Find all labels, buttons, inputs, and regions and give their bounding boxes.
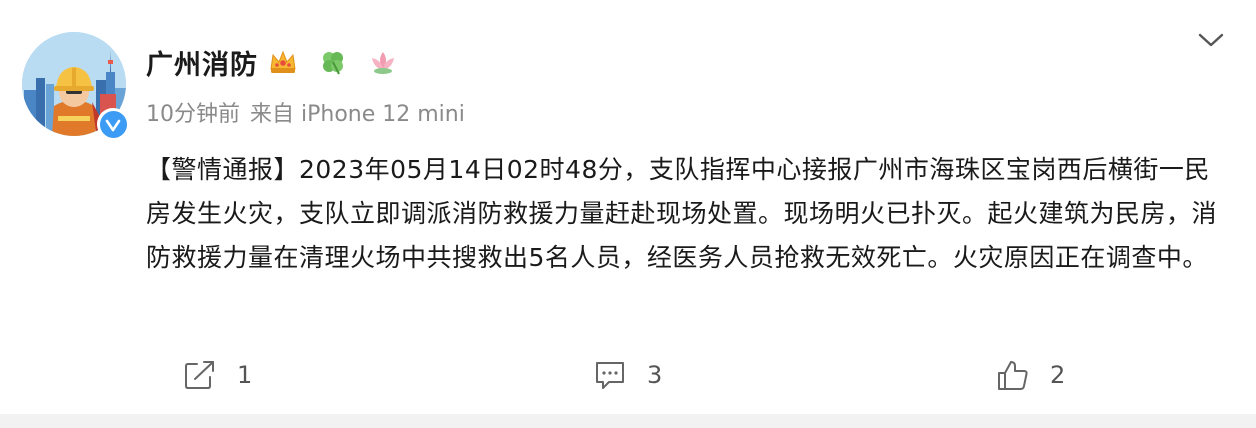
post-body-text: 【警情通报】2023年05月14日02时48分，支队指挥中心接报广州市海珠区宝岗…	[146, 155, 1218, 272]
like-button[interactable]: 2	[996, 352, 1065, 398]
clover-badge-icon[interactable]	[318, 47, 348, 77]
author-name[interactable]: 广州消防	[146, 43, 258, 82]
comment-count: 3	[647, 361, 663, 389]
post-time: 10分钟前	[146, 102, 240, 127]
author-avatar-container[interactable]	[22, 32, 129, 140]
crown-badge-icon[interactable]	[268, 47, 298, 77]
feed-divider	[0, 414, 1256, 428]
post-meta: 10分钟前 来自 iPhone 12 mini	[146, 96, 465, 128]
weibo-post-card: 广州消防 10分钟前 来自 iPhone 12 mini 【警情通报】2023年…	[0, 0, 1256, 414]
more-options-button[interactable]	[1194, 26, 1228, 54]
chevron-down-icon	[1198, 33, 1224, 47]
repost-button[interactable]: 1	[183, 352, 252, 398]
lotus-badge-icon[interactable]	[368, 47, 398, 77]
verified-badge	[97, 108, 129, 140]
post-source: 来自 iPhone 12 mini	[250, 102, 465, 127]
post-action-bar: 1 3 2	[0, 352, 1256, 398]
thumbs-up-icon	[998, 361, 1028, 390]
comment-button[interactable]: 3	[593, 352, 662, 398]
like-count: 2	[1050, 361, 1066, 389]
verified-check-icon	[99, 110, 127, 138]
repost-icon	[185, 361, 214, 389]
author-name-row: 广州消防	[146, 43, 398, 81]
comment-icon	[596, 362, 624, 389]
repost-count: 1	[237, 361, 253, 389]
